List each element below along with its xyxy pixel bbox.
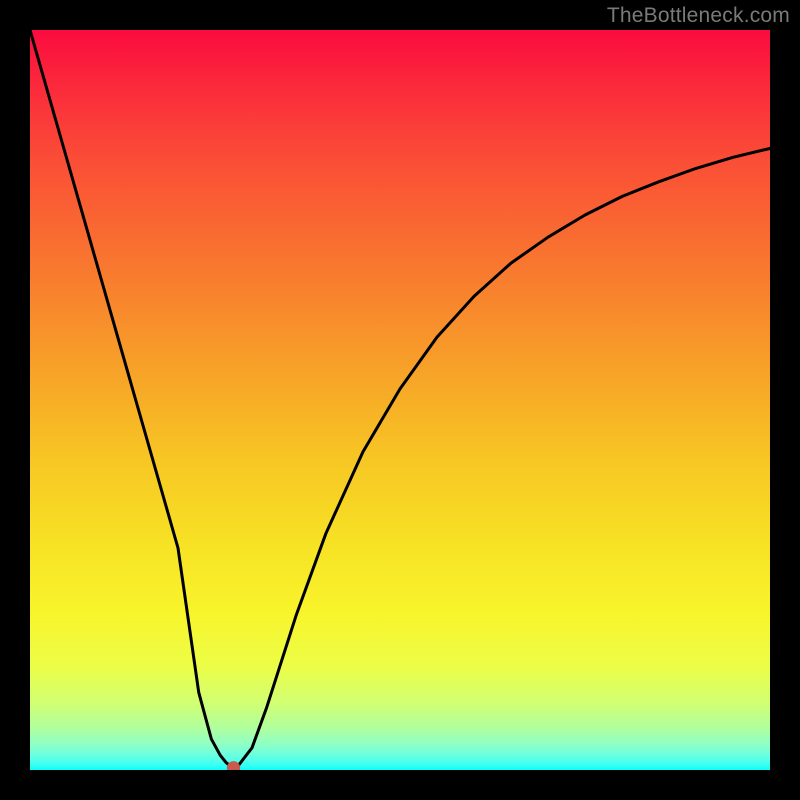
curve-svg — [30, 30, 770, 770]
bottleneck-curve — [30, 30, 770, 768]
curve-marker — [227, 761, 240, 770]
watermark-text: TheBottleneck.com — [607, 4, 790, 28]
chart-frame: TheBottleneck.com — [0, 0, 800, 800]
plot-area — [30, 30, 770, 770]
